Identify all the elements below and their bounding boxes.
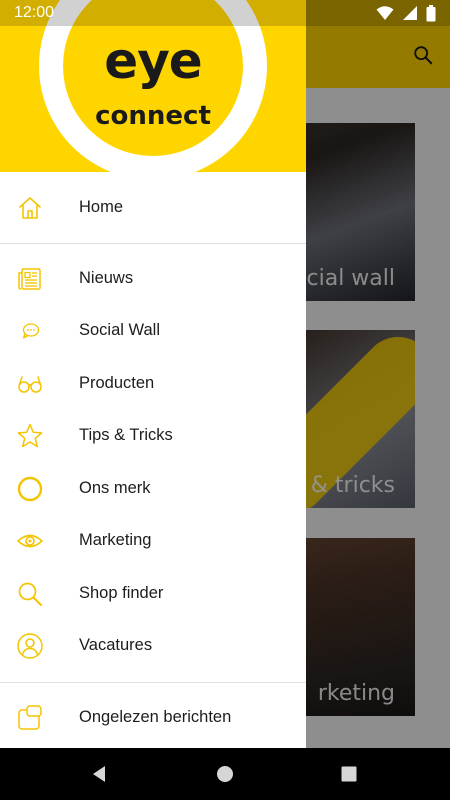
wifi-icon [376, 6, 394, 20]
menu-item-vacatures[interactable]: Vacatures [0, 620, 306, 672]
menu-item-marketing[interactable]: Marketing [0, 515, 306, 567]
menu-item-nieuws[interactable]: Nieuws [0, 253, 306, 305]
menu-item-ongelezen-berichten[interactable]: Ongelezen berichten [0, 692, 306, 744]
eye-icon [17, 534, 43, 548]
status-bar: 12:00 [0, 0, 450, 26]
glasses-icon [18, 376, 42, 393]
battery-icon [426, 4, 436, 21]
menu-item-shop-finder[interactable]: Shop finder [0, 568, 306, 620]
menu-item-label: Producten [79, 374, 155, 392]
menu-item-label: Marketing [79, 531, 152, 549]
menu-item-tips-tricks[interactable]: Tips & Tricks [0, 410, 306, 462]
recents-icon[interactable] [337, 762, 361, 786]
logo-text-connect: connect [95, 101, 211, 131]
circle-icon [17, 476, 43, 502]
user-icon [17, 633, 43, 659]
home-button-icon[interactable] [213, 762, 237, 786]
system-navigation-bar [0, 748, 450, 800]
menu-item-producten[interactable]: Producten [0, 358, 306, 410]
home-icon [19, 197, 41, 219]
back-icon[interactable] [87, 762, 111, 786]
menu-item-label: Social Wall [79, 321, 160, 339]
unread-messages-icon [18, 705, 42, 730]
menu-item-social-wall[interactable]: Social Wall [0, 305, 306, 357]
search-icon [18, 582, 42, 606]
menu-item-label: Vacatures [79, 636, 153, 654]
menu-item-ons-merk[interactable]: Ons merk [0, 463, 306, 515]
logo-text-eye: eye [104, 32, 202, 90]
status-time: 12:00 [14, 4, 55, 21]
navigation-drawer: eye connect Home Nieuws Social Wall Prod… [0, 0, 306, 748]
star-icon [17, 423, 43, 448]
chat-bubble-icon [22, 323, 40, 339]
menu-item-home[interactable]: Home [0, 182, 306, 234]
divider [0, 682, 306, 683]
divider [0, 243, 306, 244]
menu-item-label: Shop finder [79, 584, 164, 602]
newspaper-icon [18, 268, 41, 290]
menu-item-label: Ons merk [79, 479, 151, 497]
menu-item-label: Nieuws [79, 269, 134, 287]
menu-item-label: Home [79, 198, 124, 216]
status-icons [376, 4, 436, 21]
menu-item-label: Tips & Tricks [79, 426, 173, 444]
signal-icon [403, 6, 417, 20]
menu-item-label: Ongelezen berichten [79, 708, 232, 726]
